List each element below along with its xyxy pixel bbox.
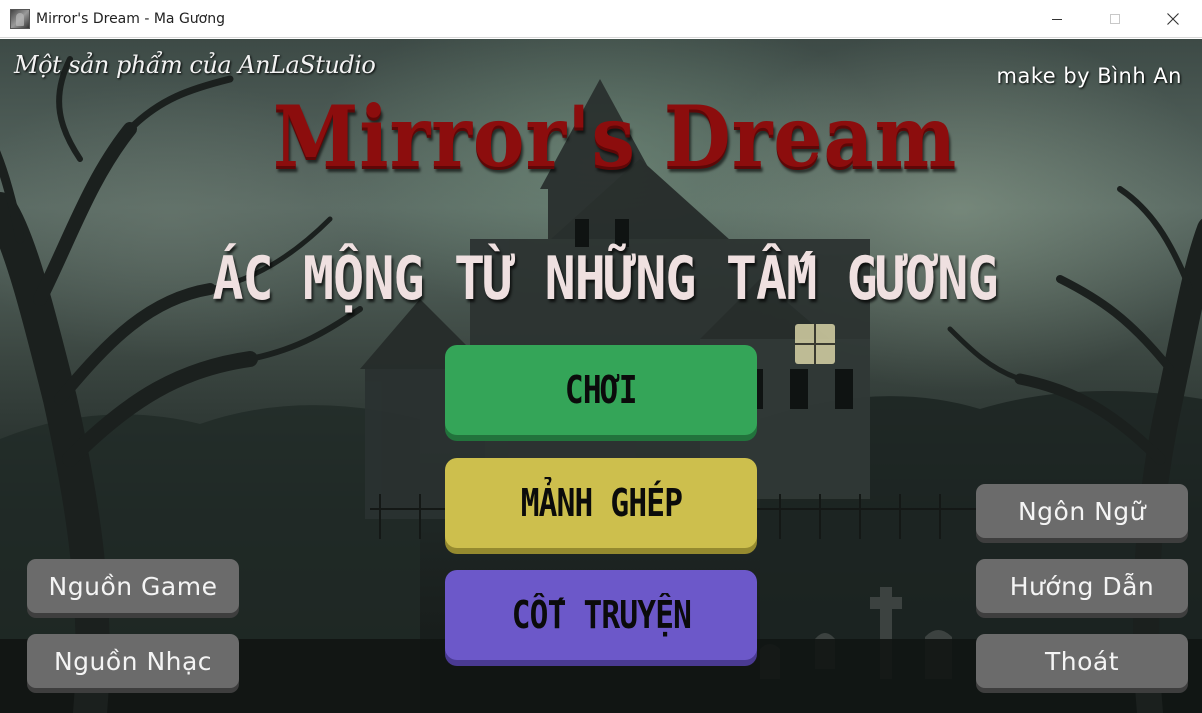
story-button-label: CỐT TRUYỆN	[511, 593, 691, 637]
game-subtitle: ÁC MỘNG TỪ NHỮNG TẤM GƯƠNG	[212, 244, 998, 314]
maximize-icon	[1110, 14, 1120, 24]
author-credit: make by Bình An	[996, 64, 1182, 88]
window-title: Mirror's Dream - Ma Gương	[36, 10, 226, 27]
guide-button[interactable]: Hướng Dẫn	[976, 559, 1188, 613]
language-button[interactable]: Ngôn Ngữ	[976, 484, 1188, 538]
minimize-icon	[1052, 18, 1062, 20]
play-button-label: CHƠI	[565, 368, 638, 412]
exit-button[interactable]: Thoát	[976, 634, 1188, 688]
close-icon	[1167, 13, 1179, 25]
puzzle-pieces-button-label: MẢNH GHÉP	[520, 481, 682, 525]
music-source-button[interactable]: Nguồn Nhạc	[27, 634, 239, 688]
puzzle-pieces-button[interactable]: MẢNH GHÉP	[445, 458, 757, 548]
game-app-icon	[10, 8, 30, 29]
game-title-logo: Mirror's Dream	[272, 87, 958, 186]
game-main-menu: Một sản phẩm của AnLaStudio make by Bình…	[0, 39, 1202, 713]
game-source-button[interactable]: Nguồn Game	[27, 559, 239, 613]
minimize-button[interactable]	[1028, 0, 1086, 38]
window-controls	[1028, 0, 1202, 38]
play-button[interactable]: CHƠI	[445, 345, 757, 435]
window-titlebar[interactable]: Mirror's Dream - Ma Gương	[0, 0, 1202, 38]
maximize-button[interactable]	[1086, 0, 1144, 38]
close-button[interactable]	[1144, 0, 1202, 38]
studio-credit: Một sản phẩm của AnLaStudio	[14, 51, 376, 79]
story-button[interactable]: CỐT TRUYỆN	[445, 570, 757, 660]
